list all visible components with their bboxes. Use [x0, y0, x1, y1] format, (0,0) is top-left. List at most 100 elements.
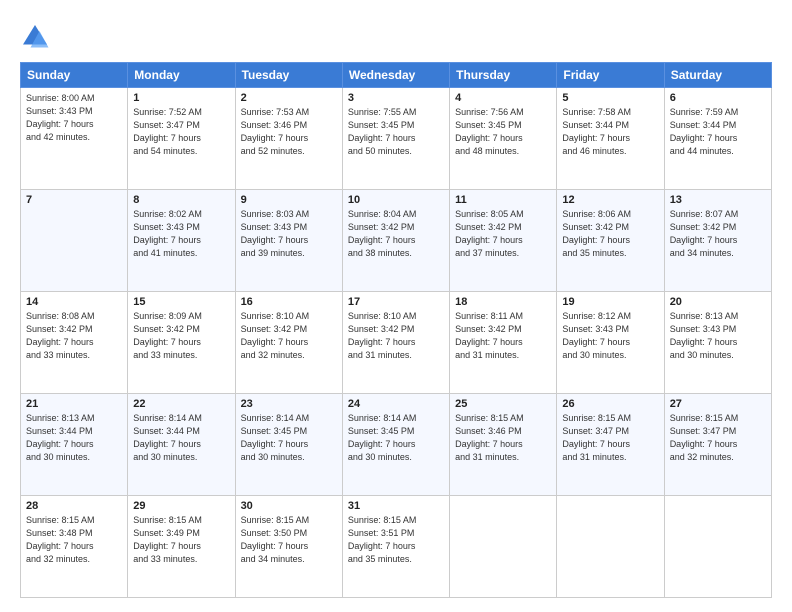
calendar-cell: Sunrise: 8:00 AM Sunset: 3:43 PM Dayligh… — [21, 88, 128, 190]
calendar-cell: 10Sunrise: 8:04 AM Sunset: 3:42 PM Dayli… — [342, 190, 449, 292]
day-info: Sunrise: 8:15 AM Sunset: 3:49 PM Dayligh… — [133, 514, 229, 566]
day-info: Sunrise: 8:09 AM Sunset: 3:42 PM Dayligh… — [133, 310, 229, 362]
day-info: Sunrise: 8:02 AM Sunset: 3:43 PM Dayligh… — [133, 208, 229, 260]
calendar-cell — [557, 496, 664, 598]
calendar-cell: 29 Sunrise: 8:15 AM Sunset: 3:49 PM Dayli… — [128, 496, 235, 598]
day-info: Sunrise: 8:15 AM Sunset: 3:48 PM Dayligh… — [26, 514, 122, 566]
day-number: 20 — [670, 296, 766, 308]
calendar-cell: 28 Sunrise: 8:15 AM Sunset: 3:48 PM Dayli… — [21, 496, 128, 598]
day-info: Sunrise: 8:06 AM Sunset: 3:42 PM Dayligh… — [562, 208, 658, 260]
calendar-cell: 18 Sunrise: 8:11 AM Sunset: 3:42 PM Dayli… — [450, 292, 557, 394]
calendar-cell: 9Sunrise: 8:03 AM Sunset: 3:43 PM Daylig… — [235, 190, 342, 292]
calendar-cell: 20 Sunrise: 8:13 AM Sunset: 3:43 PM Dayli… — [664, 292, 771, 394]
calendar-cell: 1 Sunrise: 7:52 AM Sunset: 3:47 PM Daylig… — [128, 88, 235, 190]
calendar-weekday: Sunday — [21, 63, 128, 88]
day-number: 31 — [348, 500, 444, 512]
day-number: 24 — [348, 398, 444, 410]
day-info: Sunrise: 8:14 AM Sunset: 3:45 PM Dayligh… — [241, 412, 337, 464]
day-info: Sunrise: 8:10 AM Sunset: 3:42 PM Dayligh… — [241, 310, 337, 362]
day-number: 1 — [133, 92, 229, 104]
calendar-week-row: 78 Sunrise: 8:02 AM Sunset: 3:43 PM Dayli… — [21, 190, 772, 292]
day-number: 26 — [562, 398, 658, 410]
calendar-cell: 26 Sunrise: 8:15 AM Sunset: 3:47 PM Dayli… — [557, 394, 664, 496]
calendar-cell: 25 Sunrise: 8:15 AM Sunset: 3:46 PM Dayli… — [450, 394, 557, 496]
calendar-cell: 19 Sunrise: 8:12 AM Sunset: 3:43 PM Dayli… — [557, 292, 664, 394]
header — [20, 18, 772, 52]
calendar-cell — [450, 496, 557, 598]
day-info: Sunrise: 8:11 AM Sunset: 3:42 PM Dayligh… — [455, 310, 551, 362]
day-info: Sunrise: 8:05 AM Sunset: 3:42 PM Dayligh… — [455, 208, 551, 260]
day-info: Sunrise: 8:08 AM Sunset: 3:42 PM Dayligh… — [26, 310, 122, 362]
calendar-cell: 16Sunrise: 8:10 AM Sunset: 3:42 PM Dayli… — [235, 292, 342, 394]
day-info: Sunrise: 8:15 AM Sunset: 3:50 PM Dayligh… — [241, 514, 337, 566]
calendar-weekday: Wednesday — [342, 63, 449, 88]
day-number: 3 — [348, 92, 444, 104]
day-info: Sunrise: 8:15 AM Sunset: 3:47 PM Dayligh… — [562, 412, 658, 464]
day-info: Sunrise: 8:14 AM Sunset: 3:45 PM Dayligh… — [348, 412, 444, 464]
calendar-week-row: 21 Sunrise: 8:13 AM Sunset: 3:44 PM Dayli… — [21, 394, 772, 496]
day-number: 14 — [26, 296, 122, 308]
calendar-weekday: Monday — [128, 63, 235, 88]
day-number: 28 — [26, 500, 122, 512]
calendar-cell: 27Sunrise: 8:15 AM Sunset: 3:47 PM Dayli… — [664, 394, 771, 496]
calendar-cell: 6Sunrise: 7:59 AM Sunset: 3:44 PM Daylig… — [664, 88, 771, 190]
calendar-cell: 31 Sunrise: 8:15 AM Sunset: 3:51 PM Dayli… — [342, 496, 449, 598]
day-number: 7 — [26, 194, 122, 206]
day-info: Sunrise: 8:00 AM Sunset: 3:43 PM Dayligh… — [26, 92, 122, 144]
day-number: 18 — [455, 296, 551, 308]
calendar-cell: 23Sunrise: 8:14 AM Sunset: 3:45 PM Dayli… — [235, 394, 342, 496]
day-info: Sunrise: 8:07 AM Sunset: 3:42 PM Dayligh… — [670, 208, 766, 260]
calendar-cell: 30 Sunrise: 8:15 AM Sunset: 3:50 PM Dayli… — [235, 496, 342, 598]
day-number: 8 — [133, 194, 229, 206]
calendar-week-row: Sunrise: 8:00 AM Sunset: 3:43 PM Dayligh… — [21, 88, 772, 190]
day-number: 4 — [455, 92, 551, 104]
calendar-cell: 14 Sunrise: 8:08 AM Sunset: 3:42 PM Dayli… — [21, 292, 128, 394]
calendar-cell: 3Sunrise: 7:55 AM Sunset: 3:45 PM Daylig… — [342, 88, 449, 190]
day-info: Sunrise: 7:56 AM Sunset: 3:45 PM Dayligh… — [455, 106, 551, 158]
calendar-weekday: Thursday — [450, 63, 557, 88]
calendar-cell: 15Sunrise: 8:09 AM Sunset: 3:42 PM Dayli… — [128, 292, 235, 394]
calendar-cell: 7 — [21, 190, 128, 292]
calendar-cell: 24 Sunrise: 8:14 AM Sunset: 3:45 PM Dayli… — [342, 394, 449, 496]
day-info: Sunrise: 8:15 AM Sunset: 3:51 PM Dayligh… — [348, 514, 444, 566]
day-info: Sunrise: 8:13 AM Sunset: 3:44 PM Dayligh… — [26, 412, 122, 464]
day-number: 17 — [348, 296, 444, 308]
logo — [20, 22, 54, 52]
calendar-cell: 12 Sunrise: 8:06 AM Sunset: 3:42 PM Dayli… — [557, 190, 664, 292]
day-number: 11 — [455, 194, 551, 206]
day-number: 6 — [670, 92, 766, 104]
day-number: 29 — [133, 500, 229, 512]
day-number: 12 — [562, 194, 658, 206]
day-number: 19 — [562, 296, 658, 308]
calendar-cell: 8 Sunrise: 8:02 AM Sunset: 3:43 PM Daylig… — [128, 190, 235, 292]
calendar-cell: 11 Sunrise: 8:05 AM Sunset: 3:42 PM Dayli… — [450, 190, 557, 292]
day-info: Sunrise: 7:52 AM Sunset: 3:47 PM Dayligh… — [133, 106, 229, 158]
day-number: 21 — [26, 398, 122, 410]
day-number: 13 — [670, 194, 766, 206]
day-number: 25 — [455, 398, 551, 410]
calendar-weekday: Friday — [557, 63, 664, 88]
day-info: Sunrise: 8:12 AM Sunset: 3:43 PM Dayligh… — [562, 310, 658, 362]
calendar: SundayMondayTuesdayWednesdayThursdayFrid… — [20, 62, 772, 598]
day-number: 30 — [241, 500, 337, 512]
calendar-cell: 13 Sunrise: 8:07 AM Sunset: 3:42 PM Dayli… — [664, 190, 771, 292]
day-info: Sunrise: 8:13 AM Sunset: 3:43 PM Dayligh… — [670, 310, 766, 362]
calendar-cell: 4 Sunrise: 7:56 AM Sunset: 3:45 PM Daylig… — [450, 88, 557, 190]
calendar-cell: 21 Sunrise: 8:13 AM Sunset: 3:44 PM Dayli… — [21, 394, 128, 496]
page: SundayMondayTuesdayWednesdayThursdayFrid… — [0, 0, 792, 612]
day-number: 9 — [241, 194, 337, 206]
day-number: 10 — [348, 194, 444, 206]
day-number: 5 — [562, 92, 658, 104]
calendar-cell: 22Sunrise: 8:14 AM Sunset: 3:44 PM Dayli… — [128, 394, 235, 496]
day-info: Sunrise: 8:15 AM Sunset: 3:47 PM Dayligh… — [670, 412, 766, 464]
calendar-week-row: 28 Sunrise: 8:15 AM Sunset: 3:48 PM Dayli… — [21, 496, 772, 598]
calendar-week-row: 14 Sunrise: 8:08 AM Sunset: 3:42 PM Dayli… — [21, 292, 772, 394]
day-info: Sunrise: 8:15 AM Sunset: 3:46 PM Dayligh… — [455, 412, 551, 464]
calendar-weekday: Tuesday — [235, 63, 342, 88]
calendar-cell: 5 Sunrise: 7:58 AM Sunset: 3:44 PM Daylig… — [557, 88, 664, 190]
day-info: Sunrise: 7:58 AM Sunset: 3:44 PM Dayligh… — [562, 106, 658, 158]
day-info: Sunrise: 8:10 AM Sunset: 3:42 PM Dayligh… — [348, 310, 444, 362]
calendar-cell: 17 Sunrise: 8:10 AM Sunset: 3:42 PM Dayli… — [342, 292, 449, 394]
day-info: Sunrise: 8:14 AM Sunset: 3:44 PM Dayligh… — [133, 412, 229, 464]
logo-icon — [20, 22, 50, 52]
